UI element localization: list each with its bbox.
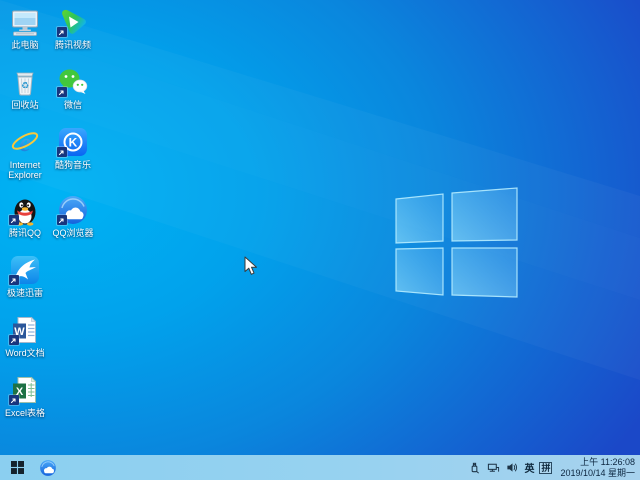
qq-icon (9, 194, 41, 226)
desktop-icon-label: 回收站 (1, 100, 49, 110)
desktop-screen: 此电脑 腾讯视频 ♻ (0, 0, 640, 480)
mouse-cursor (244, 256, 258, 276)
desktop-icon-internet-explorer[interactable]: e Internet Explorer (1, 126, 49, 180)
desktop-icon-label: 酷狗音乐 (49, 160, 97, 170)
clock-date: 2019/10/14 星期一 (560, 468, 635, 479)
this-pc-icon (9, 6, 41, 38)
svg-text:e: e (19, 128, 31, 157)
desktop-icon-excel[interactable]: X Excel表格 (1, 374, 49, 418)
svg-text:K: K (69, 136, 78, 150)
taskbar-qq-browser-button[interactable] (34, 455, 61, 480)
desktop-icon-label: 腾讯视频 (49, 40, 97, 50)
desktop-icon-label: QQ浏览器 (49, 228, 97, 238)
excel-icon: X (9, 374, 41, 406)
wechat-icon (57, 66, 89, 98)
thunder-icon (9, 254, 41, 286)
desktop-icon-qq-browser[interactable]: QQ浏览器 (49, 194, 97, 238)
network-icon[interactable] (486, 460, 500, 476)
ime-mode-indicator[interactable]: 拼 (539, 462, 552, 474)
recycle-bin-icon: ♻ (9, 66, 41, 98)
qq-browser-icon (39, 459, 57, 477)
start-button[interactable] (0, 455, 34, 480)
volume-icon[interactable] (505, 460, 519, 476)
desktop-icon-label: 极速迅雷 (1, 288, 49, 298)
svg-text:♻: ♻ (21, 82, 29, 92)
desktop-icon-qq[interactable]: 腾讯QQ (1, 194, 49, 238)
kugou-music-icon: K (57, 126, 89, 158)
taskbar-clock[interactable]: 上午 11:26:08 2019/10/14 星期一 (560, 457, 635, 478)
desktop-icon-wechat[interactable]: 微信 (49, 66, 97, 110)
qq-browser-icon (57, 194, 89, 226)
clock-time: 上午 11:26:08 (560, 457, 635, 468)
desktop-icon-label: Word文档 (1, 348, 49, 358)
taskbar: 英 拼 上午 11:26:08 2019/10/14 星期一 (0, 455, 640, 480)
usb-safely-remove-icon[interactable] (467, 460, 481, 476)
shortcut-arrow-icon (9, 395, 19, 405)
shortcut-arrow-icon (57, 87, 67, 97)
desktop-icon-label: Excel表格 (1, 408, 49, 418)
desktop-icon-this-pc[interactable]: 此电脑 (1, 6, 49, 50)
desktop-icon-recycle-bin[interactable]: ♻ 回收站 (1, 66, 49, 110)
desktop-icon-kugou-music[interactable]: K 酷狗音乐 (49, 126, 97, 170)
windows-start-icon (11, 461, 24, 474)
word-icon: W (9, 314, 41, 346)
desktop-icon-label: 此电脑 (1, 40, 49, 50)
desktop-icon-tencent-video[interactable]: 腾讯视频 (49, 6, 97, 50)
system-tray: 英 拼 上午 11:26:08 2019/10/14 星期一 (467, 457, 640, 478)
desktop-icon-thunder[interactable]: 极速迅雷 (1, 254, 49, 298)
desktop-icon-label: Internet Explorer (1, 160, 49, 180)
desktop-icon-word[interactable]: W Word文档 (1, 314, 49, 358)
desktop-icon-label: 腾讯QQ (1, 228, 49, 238)
shortcut-arrow-icon (57, 215, 67, 225)
ime-language-indicator[interactable]: 英 (524, 460, 534, 475)
desktop-icon-label: 微信 (49, 100, 97, 110)
tencent-video-icon (57, 6, 89, 38)
shortcut-arrow-icon (57, 27, 67, 37)
shortcut-arrow-icon (57, 147, 67, 157)
shortcut-arrow-icon (9, 275, 19, 285)
internet-explorer-icon: e (9, 126, 41, 158)
shortcut-arrow-icon (9, 335, 19, 345)
shortcut-arrow-icon (9, 215, 19, 225)
